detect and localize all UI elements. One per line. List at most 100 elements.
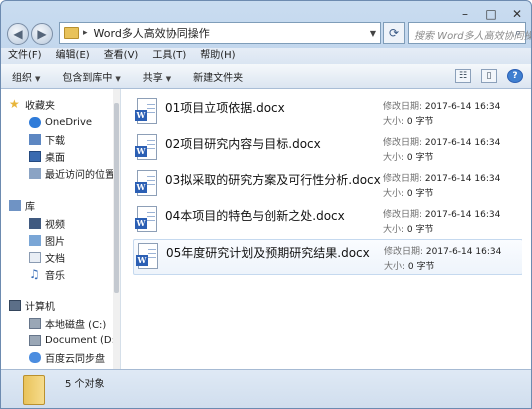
- address-dropdown-icon[interactable]: ▼: [370, 29, 376, 38]
- refresh-button[interactable]: ⟳: [383, 22, 405, 44]
- menu-edit[interactable]: 编辑(E): [49, 48, 97, 64]
- sidebar-item-label: 百度云同步盘: [45, 354, 105, 365]
- command-bar: 组织 ▼ 包含到库中 ▼ 共享 ▼ 新建文件夹 ☷ ▯ ?: [1, 64, 531, 89]
- size-value: 0 字节: [406, 153, 434, 163]
- path-separator-icon[interactable]: ▸: [83, 28, 88, 38]
- list-item[interactable]: W 03拟采取的研究方案及可行性分析.docx 修改日期: 2017-6-14 …: [133, 167, 523, 203]
- navigation-pane: ★ 收藏夹 OneDrive 下载 桌面 最近访问的位置 库 视频 图片 文档 …: [1, 89, 121, 369]
- sidebar-item-onedrive[interactable]: OneDrive: [29, 114, 92, 131]
- sidebar-item-pictures[interactable]: 图片: [29, 232, 65, 249]
- sidebar-header-favorites[interactable]: ★ 收藏夹: [9, 96, 55, 113]
- search-icon[interactable]: ⌕: [515, 26, 521, 40]
- menu-file[interactable]: 文件(F): [1, 48, 49, 64]
- size-label: 大小:: [383, 189, 405, 199]
- sidebar-item-music[interactable]: ♫ 音乐: [29, 266, 65, 283]
- forward-arrow-icon: ▶: [37, 27, 47, 41]
- sidebar-item-drive-c[interactable]: 本地磁盘 (C:): [29, 315, 106, 332]
- file-size: 大小: 0 字节: [383, 186, 434, 199]
- download-icon: [29, 134, 41, 145]
- modified-label: 修改日期:: [383, 102, 423, 112]
- sidebar-item-label: OneDrive: [45, 117, 93, 128]
- address-path[interactable]: Word多人高效协同操作: [94, 25, 210, 41]
- new-folder-button[interactable]: 新建文件夹: [182, 69, 254, 84]
- menu-help[interactable]: 帮助(H): [193, 48, 242, 64]
- list-item-selected[interactable]: W 05年度研究计划及预期研究结果.docx 修改日期: 2017-6-14 1…: [133, 239, 523, 275]
- share-button[interactable]: 共享 ▼: [132, 69, 182, 84]
- word-document-icon: W: [135, 170, 157, 196]
- libraries-label: 库: [25, 202, 35, 213]
- menu-bar: 文件(F) 编辑(E) 查看(V) 工具(T) 帮助(H): [1, 48, 531, 64]
- folder-icon: [23, 375, 45, 405]
- status-bar: 5 个对象: [1, 369, 531, 408]
- list-item[interactable]: W 02项目研究内容与目标.docx 修改日期: 2017-6-14 16:34…: [133, 131, 523, 167]
- include-library-label: 包含到库中: [62, 72, 113, 84]
- video-icon: [29, 218, 41, 229]
- content-scrollbar[interactable]: [522, 89, 531, 369]
- size-value: 0 字节: [406, 117, 434, 127]
- maximize-button[interactable]: □: [485, 7, 497, 21]
- sidebar-item-label: 视频: [45, 220, 65, 231]
- file-name: 01项目立项依据.docx: [165, 101, 285, 115]
- sidebar-item-label: 音乐: [45, 271, 65, 282]
- chevron-down-icon: ▼: [165, 74, 172, 83]
- sidebar-item-label: 下载: [45, 136, 65, 147]
- sidebar-item-label: 图片: [45, 237, 65, 248]
- sidebar-item-downloads[interactable]: 下载: [29, 131, 65, 148]
- modified-label: 修改日期:: [383, 174, 423, 184]
- sidebar-item-desktop[interactable]: 桌面: [29, 148, 65, 165]
- menu-tools[interactable]: 工具(T): [145, 48, 193, 64]
- scrollbar-thumb[interactable]: [114, 103, 119, 293]
- modified-label: 修改日期:: [383, 210, 423, 220]
- sidebar-item-label: 桌面: [45, 153, 65, 164]
- music-icon: ♫: [29, 267, 40, 281]
- file-modified: 修改日期: 2017-6-14 16:34: [383, 171, 500, 184]
- sidebar-item-drive-d[interactable]: Document (D:): [29, 332, 119, 349]
- refresh-icon: ⟳: [388, 26, 400, 40]
- size-label: 大小:: [384, 262, 406, 272]
- sidebar-scrollbar[interactable]: [113, 89, 120, 369]
- minimize-button[interactable]: –: [459, 7, 471, 21]
- share-label: 共享: [142, 72, 163, 84]
- drive-icon: [29, 335, 41, 346]
- search-input[interactable]: 搜索 Word多人高效协同操... ⌕: [408, 22, 531, 44]
- include-library-button[interactable]: 包含到库中 ▼: [51, 69, 131, 84]
- sidebar-item-label: 本地磁盘 (C:): [45, 320, 107, 331]
- address-bar[interactable]: ▸ Word多人高效协同操作 ▼: [59, 22, 381, 44]
- star-icon: ★: [9, 97, 20, 111]
- file-name: 04本项目的特色与创新之处.docx: [165, 209, 345, 223]
- sidebar-item-videos[interactable]: 视频: [29, 215, 65, 232]
- chevron-down-icon: ▼: [35, 74, 41, 83]
- size-value: 0 字节: [406, 189, 434, 199]
- sidebar-header-libraries[interactable]: 库: [9, 197, 35, 214]
- favorites-label: 收藏夹: [25, 101, 55, 112]
- size-label: 大小:: [383, 153, 405, 163]
- word-document-icon: W: [136, 243, 158, 269]
- word-document-icon: W: [135, 98, 157, 124]
- forward-button[interactable]: ▶: [31, 23, 53, 45]
- library-icon: [9, 200, 21, 211]
- organize-button[interactable]: 组织 ▼: [1, 69, 51, 84]
- view-options-icon[interactable]: ☷: [455, 69, 471, 83]
- back-button[interactable]: ◀: [7, 23, 29, 45]
- list-item[interactable]: W 01项目立项依据.docx 修改日期: 2017-6-14 16:34 大小…: [133, 95, 523, 131]
- item-count: 5 个对象: [65, 379, 105, 390]
- preview-pane-icon[interactable]: ▯: [481, 69, 497, 83]
- modified-value: 2017-6-14 16:34: [424, 102, 501, 112]
- close-button[interactable]: ✕: [511, 7, 523, 21]
- sidebar-item-baidu-sync[interactable]: 百度云同步盘: [29, 349, 105, 366]
- file-size: 大小: 0 字节: [383, 150, 434, 163]
- file-modified: 修改日期: 2017-6-14 16:34: [383, 207, 500, 220]
- sidebar-item-recent[interactable]: 最近访问的位置: [29, 165, 115, 182]
- list-item[interactable]: W 04本项目的特色与创新之处.docx 修改日期: 2017-6-14 16:…: [133, 203, 523, 239]
- file-name: 02项目研究内容与目标.docx: [165, 137, 321, 151]
- help-icon[interactable]: ?: [507, 69, 523, 83]
- picture-icon: [29, 235, 41, 246]
- sidebar-item-documents[interactable]: 文档: [29, 249, 65, 266]
- modified-value: 2017-6-14 16:34: [425, 247, 502, 257]
- back-arrow-icon: ◀: [13, 27, 23, 41]
- menu-view[interactable]: 查看(V): [97, 48, 146, 64]
- sidebar-header-computer[interactable]: 计算机: [9, 297, 55, 314]
- file-size: 大小: 0 字节: [383, 114, 434, 127]
- sidebar-item-label: 最近访问的位置: [45, 170, 115, 181]
- computer-icon: [9, 300, 21, 311]
